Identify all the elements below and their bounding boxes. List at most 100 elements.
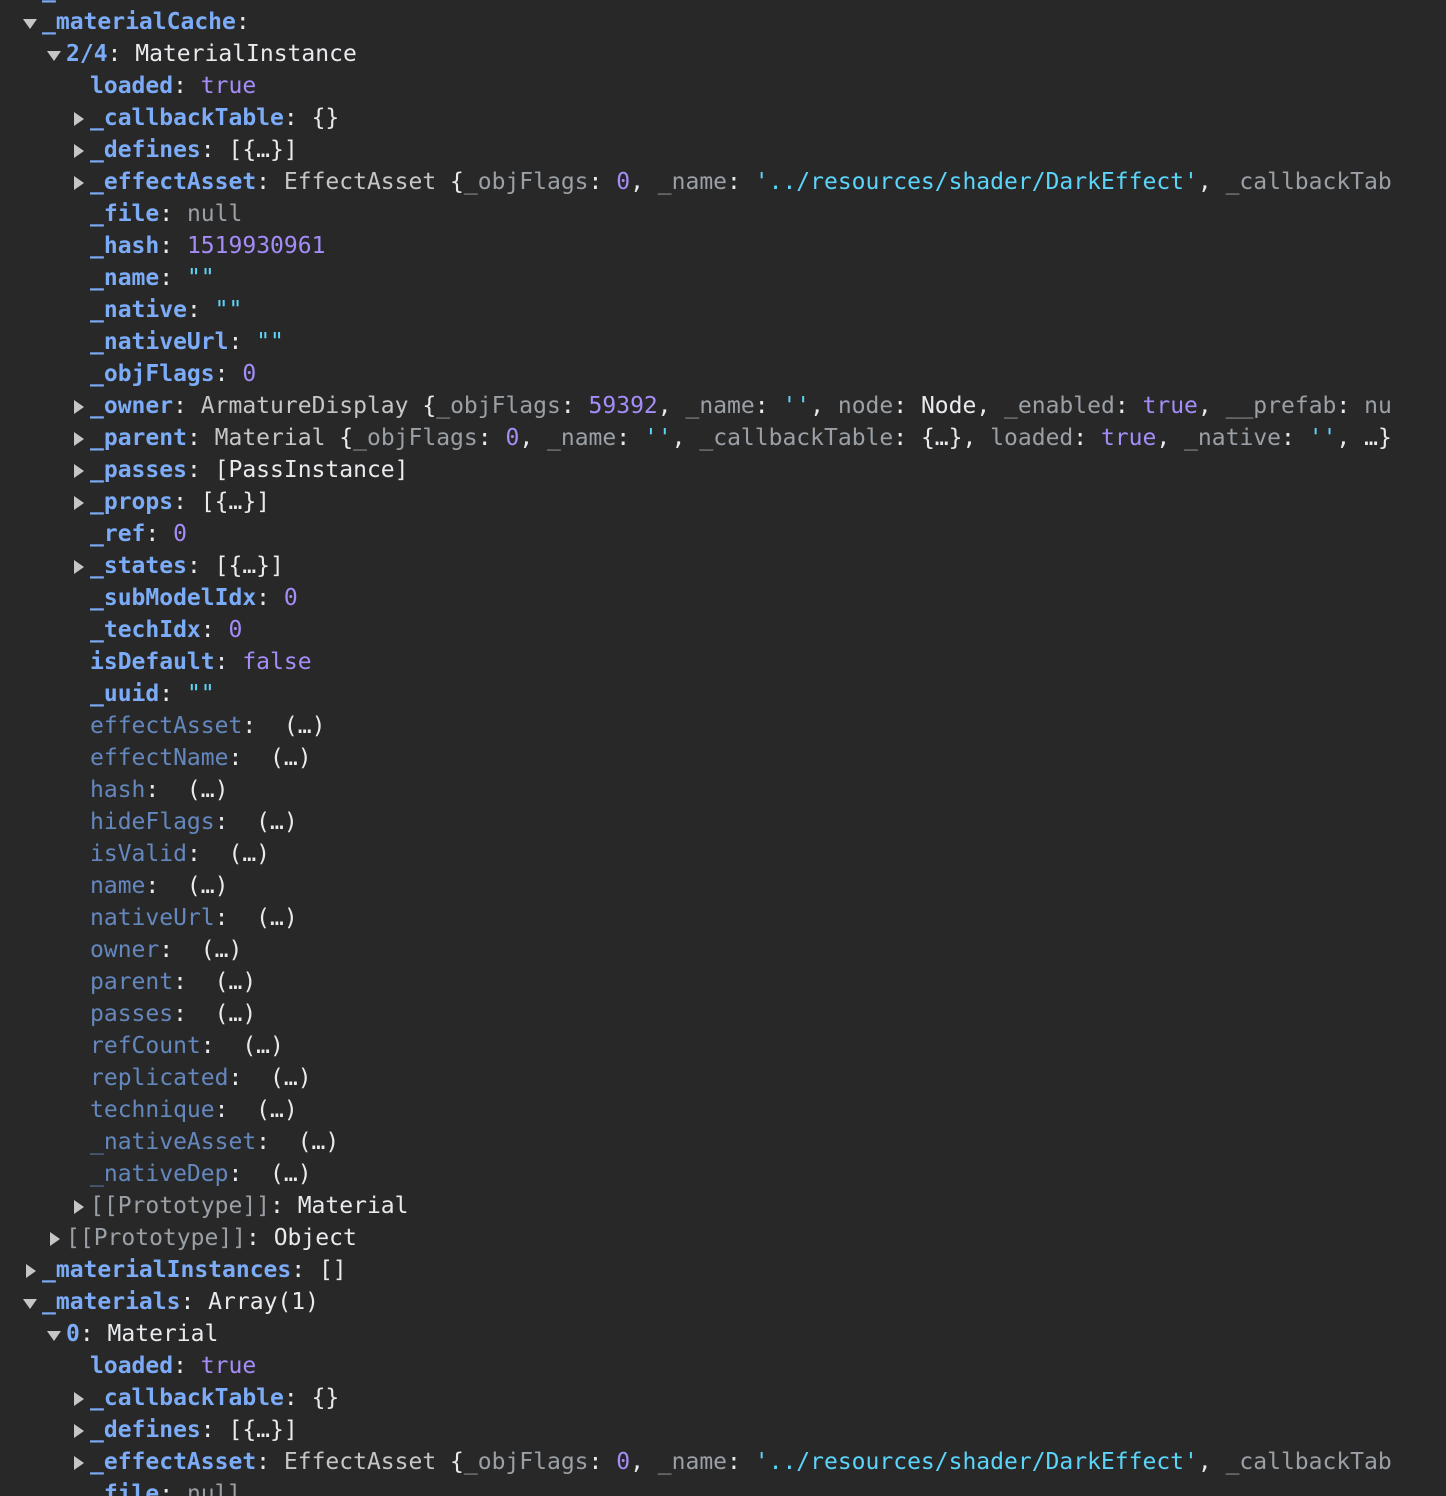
token-p: : (…): [214, 905, 298, 931]
token-k: isDefault: [90, 649, 215, 675]
expanded-triangle-icon[interactable]: [44, 1318, 64, 1350]
collapsed-triangle-icon[interactable]: [68, 550, 88, 582]
tree-row[interactable]: _effectAsset: EffectAsset {_objFlags: 0,…: [0, 166, 1446, 198]
tree-row-content: effectName: (…): [90, 742, 312, 774]
tree-row: refCount: (…): [0, 1030, 1446, 1062]
tree-row: owner: (…): [0, 934, 1446, 966]
tree-row[interactable]: _parent: Material {_objFlags: 0, _name: …: [0, 422, 1446, 454]
collapsed-triangle-icon[interactable]: [68, 1414, 88, 1446]
tree-row[interactable]: _materialCache:: [0, 6, 1446, 38]
tree-row[interactable]: _props: [{…}]: [0, 486, 1446, 518]
tree-row[interactable]: _materialInstances: []: [0, 1254, 1446, 1286]
token-p: :: [228, 329, 257, 355]
token-p: :: [754, 393, 783, 419]
token-gry: ArmatureDisplay: [200, 393, 409, 419]
collapsed-triangle-icon[interactable]: [68, 1446, 88, 1478]
token-n: 0: [283, 585, 298, 611]
token-p: : [{…}]: [200, 137, 298, 163]
token-k: _states: [90, 553, 187, 579]
tree-row-content: hideFlags: (…): [90, 806, 298, 838]
token-n: 0: [173, 521, 187, 547]
tree-row-content: _callbackTable: {}: [90, 102, 339, 134]
token-kp: _nativeAsset: [90, 1129, 257, 1155]
token-p: :: [186, 297, 215, 323]
token-p: :: [588, 169, 617, 195]
token-p: :: [1114, 393, 1143, 419]
token-k: _callbackTable: [90, 1385, 284, 1411]
token-sq: '': [643, 425, 672, 451]
devtools-console: __materialCache:2/4: MaterialInstanceloa…: [0, 0, 1446, 1496]
token-p: :: [214, 649, 243, 675]
token-kp: nativeUrl: [90, 905, 215, 931]
tree-row-content: _hash: 1519930961: [90, 230, 325, 262]
tree-row: _file: null: [0, 198, 1446, 230]
token-gry: Material: [214, 425, 326, 451]
token-kd: [[Prototype]]: [66, 1225, 247, 1251]
token-key2: _callbackTable: [699, 425, 894, 451]
tree-row-content: _parent: Material {_objFlags: 0, _name: …: [90, 422, 1392, 454]
tree-row: loaded: true: [0, 1350, 1446, 1382]
token-key2: _objFlags: [463, 1449, 589, 1475]
token-n: 0: [505, 425, 520, 451]
tree-row-content: _materials: Array(1): [42, 1286, 319, 1318]
tree-row[interactable]: 2/4: MaterialInstance: [0, 38, 1446, 70]
collapsed-triangle-icon[interactable]: [20, 1254, 40, 1286]
token-p: : []: [291, 1257, 347, 1283]
token-p: : (…): [256, 1129, 340, 1155]
expanded-triangle-icon[interactable]: [20, 6, 40, 38]
token-p: ,: [630, 1449, 658, 1475]
collapsed-triangle-icon[interactable]: [68, 422, 88, 454]
tree-row[interactable]: _materials: Array(1): [0, 1286, 1446, 1318]
collapsed-triangle-icon[interactable]: [68, 486, 88, 518]
expanded-triangle-icon[interactable]: [44, 38, 64, 70]
token-key2: _enabled: [1004, 393, 1115, 419]
tree-row[interactable]: _callbackTable: {}: [0, 102, 1446, 134]
token-k: _owner: [90, 393, 174, 419]
collapsed-triangle-icon[interactable]: [68, 1382, 88, 1414]
collapsed-triangle-icon[interactable]: [68, 102, 88, 134]
token-s: "": [214, 297, 243, 323]
tree-row-content: _native: "": [90, 294, 242, 326]
expanded-triangle-icon[interactable]: [20, 1286, 40, 1318]
tree-row[interactable]: 0: Material: [0, 1318, 1446, 1350]
token-key2: _name: [657, 169, 728, 195]
token-k: _subModelIdx: [90, 585, 257, 611]
collapsed-triangle-icon[interactable]: [68, 454, 88, 486]
tree-row[interactable]: _defines: [{…}]: [0, 1414, 1446, 1446]
token-nl: null: [186, 201, 243, 227]
token-kp: refCount: [90, 1033, 201, 1059]
tree-row[interactable]: _passes: [PassInstance]: [0, 454, 1446, 486]
tree-row: name: (…): [0, 870, 1446, 902]
token-k: _props: [90, 489, 174, 515]
tree-row-content: _subModelIdx: 0: [90, 582, 298, 614]
token-kp: owner: [90, 937, 160, 963]
collapsed-triangle-icon[interactable]: [44, 1222, 64, 1254]
token-key2: loaded: [990, 425, 1074, 451]
tree-row: hash: (…): [0, 774, 1446, 806]
token-kp: technique: [90, 1097, 215, 1123]
collapsed-triangle-icon[interactable]: [68, 134, 88, 166]
tree-row[interactable]: [[Prototype]]: Material: [0, 1190, 1446, 1222]
tree-row-content: _effectAsset: EffectAsset {_objFlags: 0,…: [90, 1446, 1392, 1478]
token-k: _materialCache: [42, 9, 236, 35]
tree-row-content: isValid: (…): [90, 838, 270, 870]
collapsed-triangle-icon[interactable]: [68, 390, 88, 422]
token-b: false: [242, 649, 312, 675]
tree-row: parent: (…): [0, 966, 1446, 998]
tree-row[interactable]: _callbackTable: {}: [0, 1382, 1446, 1414]
token-k: loaded: [90, 1353, 174, 1379]
tree-row-content: _defines: [{…}]: [90, 134, 298, 166]
tree-row[interactable]: _states: [{…}]: [0, 550, 1446, 582]
collapsed-triangle-icon[interactable]: [68, 166, 88, 198]
tree-row[interactable]: _defines: [{…}]: [0, 134, 1446, 166]
tree-row: loaded: true: [0, 70, 1446, 102]
collapsed-triangle-icon[interactable]: [68, 1190, 88, 1222]
token-n: 0: [616, 169, 631, 195]
tree-row[interactable]: _effectAsset: EffectAsset {_objFlags: 0,…: [0, 1446, 1446, 1478]
tree-row[interactable]: _owner: ArmatureDisplay {_objFlags: 5939…: [0, 390, 1446, 422]
token-p: :: [159, 233, 187, 259]
token-p: :: [256, 1449, 284, 1475]
tree-row-content: passes: (…): [90, 998, 256, 1030]
tree-row-content: _nativeUrl: "": [90, 326, 284, 358]
tree-row[interactable]: [[Prototype]]: Object: [0, 1222, 1446, 1254]
